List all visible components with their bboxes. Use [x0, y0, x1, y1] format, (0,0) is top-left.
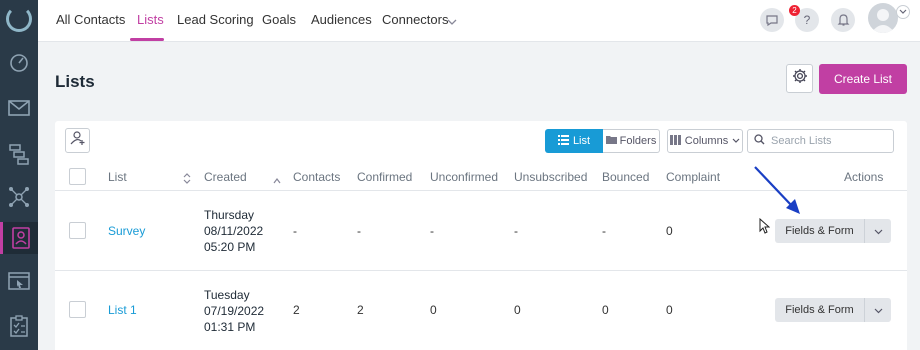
bounced-count: 0: [602, 303, 609, 317]
search-box[interactable]: [747, 129, 894, 153]
automation-icon[interactable]: [5, 140, 33, 168]
sidebar: [0, 0, 38, 350]
chevron-down-icon[interactable]: [447, 13, 457, 31]
list-name-link[interactable]: Survey: [108, 224, 145, 238]
row-divider: [55, 270, 907, 271]
gear-icon: [792, 68, 808, 89]
dashboard-icon[interactable]: [5, 48, 33, 76]
row-checkbox[interactable]: [69, 301, 86, 318]
column-header-bounced: Bounced: [602, 170, 650, 184]
tab-all-contacts[interactable]: All Contacts: [56, 12, 125, 27]
tab-goals[interactable]: Goals: [262, 12, 296, 27]
complaint-count: 0: [666, 303, 673, 317]
header-divider: [55, 190, 907, 191]
row-checkbox[interactable]: [69, 222, 86, 239]
add-contact-button[interactable]: [65, 128, 90, 153]
chevron-down-icon: [732, 135, 740, 147]
created-date: Tuesday 07/19/2022 01:31 PM: [204, 287, 264, 335]
created-date-value: 08/11/2022: [204, 224, 264, 238]
unsubscribed-count: -: [514, 224, 518, 238]
actions-dropdown[interactable]: [864, 219, 891, 243]
unconfirmed-count: -: [430, 224, 434, 238]
lists-card: List Folders Columns List Created Contac…: [55, 121, 907, 350]
columns-label: Columns: [684, 135, 729, 147]
column-header-complaint: Complaint: [666, 170, 721, 184]
create-list-button[interactable]: Create List: [819, 64, 907, 94]
page-title: Lists: [55, 72, 95, 91]
checklist-icon[interactable]: [5, 312, 33, 340]
chevron-down-icon: [874, 301, 883, 319]
tab-lead-scoring[interactable]: Lead Scoring: [177, 12, 254, 27]
bounced-count: -: [602, 224, 606, 238]
contacts-icon[interactable]: [0, 222, 38, 254]
actions-dropdown[interactable]: [864, 298, 891, 322]
contacts-count: -: [293, 224, 297, 238]
tab-lists[interactable]: Lists: [137, 12, 164, 27]
list-icon: [557, 134, 569, 148]
select-all-checkbox[interactable]: [69, 168, 86, 185]
fields-form-button[interactable]: Fields & Form: [775, 298, 864, 322]
logo-icon[interactable]: [6, 6, 32, 32]
avatar-menu-icon[interactable]: [896, 5, 910, 19]
list-view-label: List: [572, 135, 591, 147]
column-header-unsubscribed: Unsubscribed: [514, 170, 588, 184]
created-day: Tuesday: [204, 288, 250, 302]
column-header-list[interactable]: List: [108, 170, 127, 184]
column-header-created[interactable]: Created: [204, 170, 247, 184]
column-header-actions: Actions: [844, 170, 884, 184]
created-time: 05:20 PM: [204, 240, 256, 254]
mouse-cursor-icon: [759, 218, 770, 234]
settings-button[interactable]: [786, 64, 813, 93]
notification-badge: 2: [789, 5, 800, 16]
active-tab-indicator: [130, 38, 164, 41]
created-day: Thursday: [204, 208, 255, 222]
created-date-value: 07/19/2022: [204, 304, 265, 318]
confirmed-count: 2: [357, 303, 364, 317]
search-icon: [754, 132, 765, 150]
chat-icon[interactable]: [760, 8, 784, 32]
column-header-unconfirmed: Unconfirmed: [430, 170, 499, 184]
created-date: Thursday 08/11/2022 05:20 PM: [204, 207, 263, 255]
top-nav: All Contacts Lists Lead Scoring Goals Au…: [38, 0, 920, 42]
network-icon[interactable]: [5, 183, 33, 211]
tab-connectors[interactable]: Connectors: [382, 12, 448, 27]
bell-icon[interactable]: [831, 8, 855, 32]
unsubscribed-count: 0: [514, 303, 521, 317]
chevron-down-icon: [874, 222, 883, 240]
folder-icon: [605, 135, 617, 147]
complaint-count: 0: [666, 224, 673, 238]
list-name-link[interactable]: List 1: [108, 303, 137, 317]
sort-ascending-icon[interactable]: [273, 171, 281, 189]
columns-icon: [669, 134, 681, 148]
column-header-contacts: Contacts: [293, 170, 341, 184]
unconfirmed-count: 0: [430, 303, 437, 317]
contacts-count: 2: [293, 303, 300, 317]
tab-audiences[interactable]: Audiences: [311, 12, 372, 27]
created-time: 01:31 PM: [204, 320, 256, 334]
columns-dropdown[interactable]: Columns: [667, 129, 743, 153]
add-user-icon: [70, 130, 86, 151]
column-header-confirmed: Confirmed: [357, 170, 413, 184]
fields-form-button[interactable]: Fields & Form: [775, 219, 864, 243]
sort-icon[interactable]: [183, 171, 191, 189]
confirmed-count: -: [357, 224, 361, 238]
search-input[interactable]: [771, 135, 889, 147]
folders-view-button[interactable]: Folders: [603, 129, 660, 153]
avatar[interactable]: [868, 3, 898, 33]
folders-view-label: Folders: [619, 135, 657, 147]
email-icon[interactable]: [5, 94, 33, 122]
list-view-button[interactable]: List: [545, 129, 603, 153]
site-tracking-icon[interactable]: [5, 268, 33, 296]
